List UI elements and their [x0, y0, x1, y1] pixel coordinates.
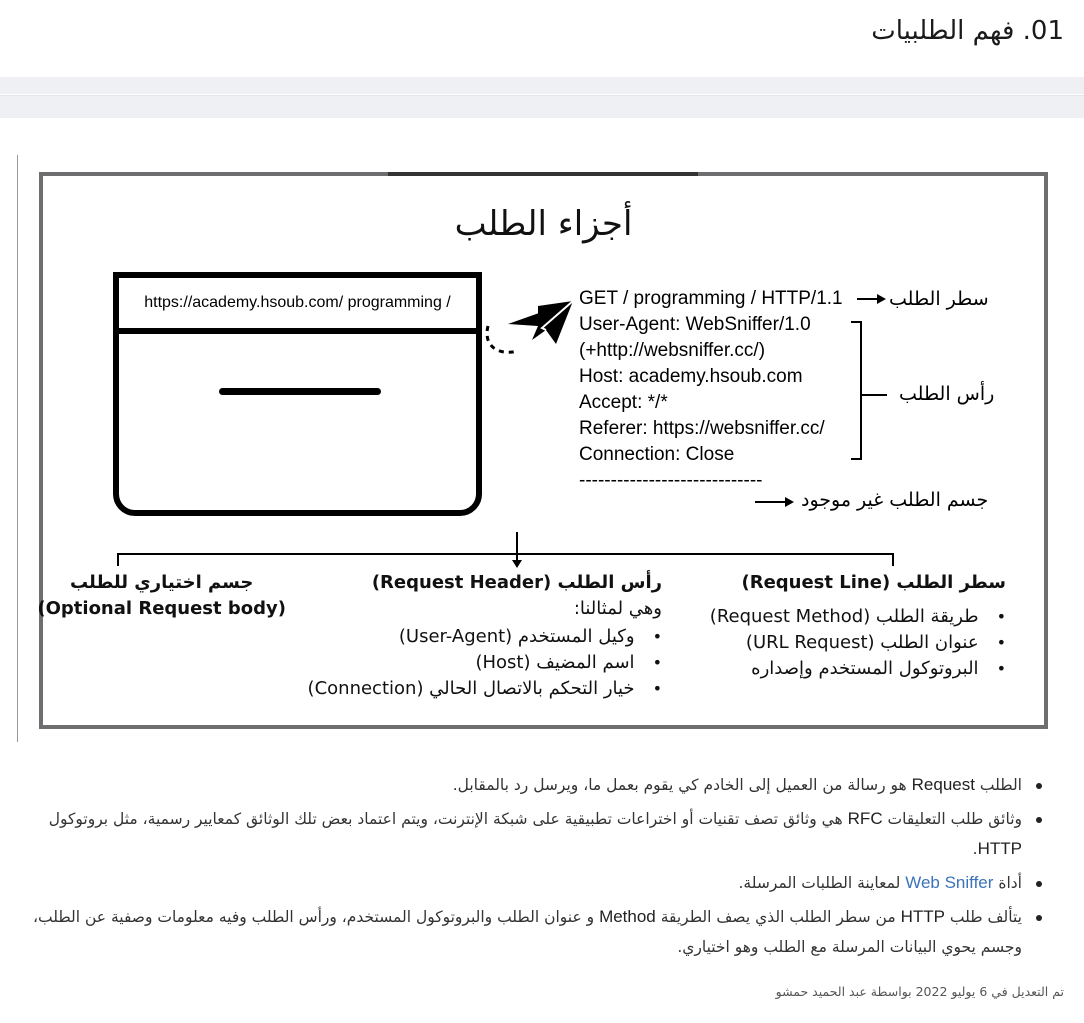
list-item: خيار التحكم بالاتصال الحالي (Connection) [308, 676, 662, 702]
web-sniffer-link[interactable]: Web Sniffer [905, 873, 993, 892]
column-request-header-title: رأس الطلب (Request Header) [371, 572, 662, 593]
note-text: هو رسالة من العميل إلى الخادم كي يقوم بع… [452, 776, 912, 794]
note-text: أداة [993, 874, 1022, 892]
note-term: RFC [847, 809, 883, 828]
list-item: الطلب Request هو رسالة من العميل إلى الخ… [22, 770, 1042, 800]
edit-note-suffix: بواسطة عبد الحميد حمشو [775, 984, 916, 999]
toolbar-band [0, 77, 1084, 94]
edit-note-prefix: تم التعديل في [987, 984, 1064, 999]
column-request-line-title: سطر الطلب (Request Line) [741, 572, 1006, 593]
note-text: من سطر الطلب الذي يصف الطريقة [655, 908, 901, 926]
list-item: البروتوكول المستخدم وإصداره [710, 656, 1006, 682]
column-request-body-title: جسم اختياري للطلب [69, 572, 254, 593]
toolbar-band-secondary [0, 95, 1084, 118]
note-text: لمعاينة الطلبات المرسلة. [738, 874, 906, 892]
note-text: الطلب [974, 776, 1022, 794]
column-request-line: سطر الطلب (Request Line) طريقة الطلب (Re… [710, 570, 1006, 682]
note-text: هي وثائق تصف تقنيات أو اختراعات تطبيقية … [48, 810, 848, 828]
edit-note: تم التعديل في 6 يوليو 2022 بواسطة عبد ال… [776, 984, 1064, 999]
notes-list: الطلب Request هو رسالة من العميل إلى الخ… [22, 770, 1042, 966]
column-request-body: جسم اختياري للطلب (Optional Request body… [37, 570, 286, 622]
column-request-header-subtitle: وهي لمثالنا: [573, 598, 662, 619]
note-term: HTTP [977, 839, 1022, 858]
list-item: عنوان الطلب (URL Request) [710, 630, 1006, 656]
list-item: وكيل المستخدم (User-Agent) [308, 624, 662, 650]
note-term: Method [599, 907, 656, 926]
column-request-header: رأس الطلب (Request Header) وهي لمثالنا: … [308, 570, 662, 702]
page-title: 01. فهم الطلبيات [871, 16, 1064, 46]
list-item: وثائق طلب التعليقات RFC هي وثائق تصف تقن… [22, 804, 1042, 864]
quote-rule [17, 155, 18, 742]
list-item: يتألف طلب HTTP من سطر الطلب الذي يصف الط… [22, 902, 1042, 962]
note-term: HTTP [900, 907, 945, 926]
edit-note-date: 6 يوليو 2022 [915, 984, 988, 999]
note-text: يتألف طلب [944, 908, 1022, 926]
list-item: اسم المضيف (Host) [308, 650, 662, 676]
column-request-body-subtitle: (Optional Request body) [37, 598, 286, 619]
list-item: طريقة الطلب (Request Method) [710, 604, 1006, 630]
request-parts-figure: أجزاء الطلب https://academy.hsoub.com/ p… [37, 172, 1048, 729]
note-term: Request [911, 775, 975, 794]
note-text: وثائق طلب التعليقات [882, 810, 1022, 828]
list-item: أداة Web Sniffer لمعاينة الطلبات المرسلة… [22, 868, 1042, 898]
